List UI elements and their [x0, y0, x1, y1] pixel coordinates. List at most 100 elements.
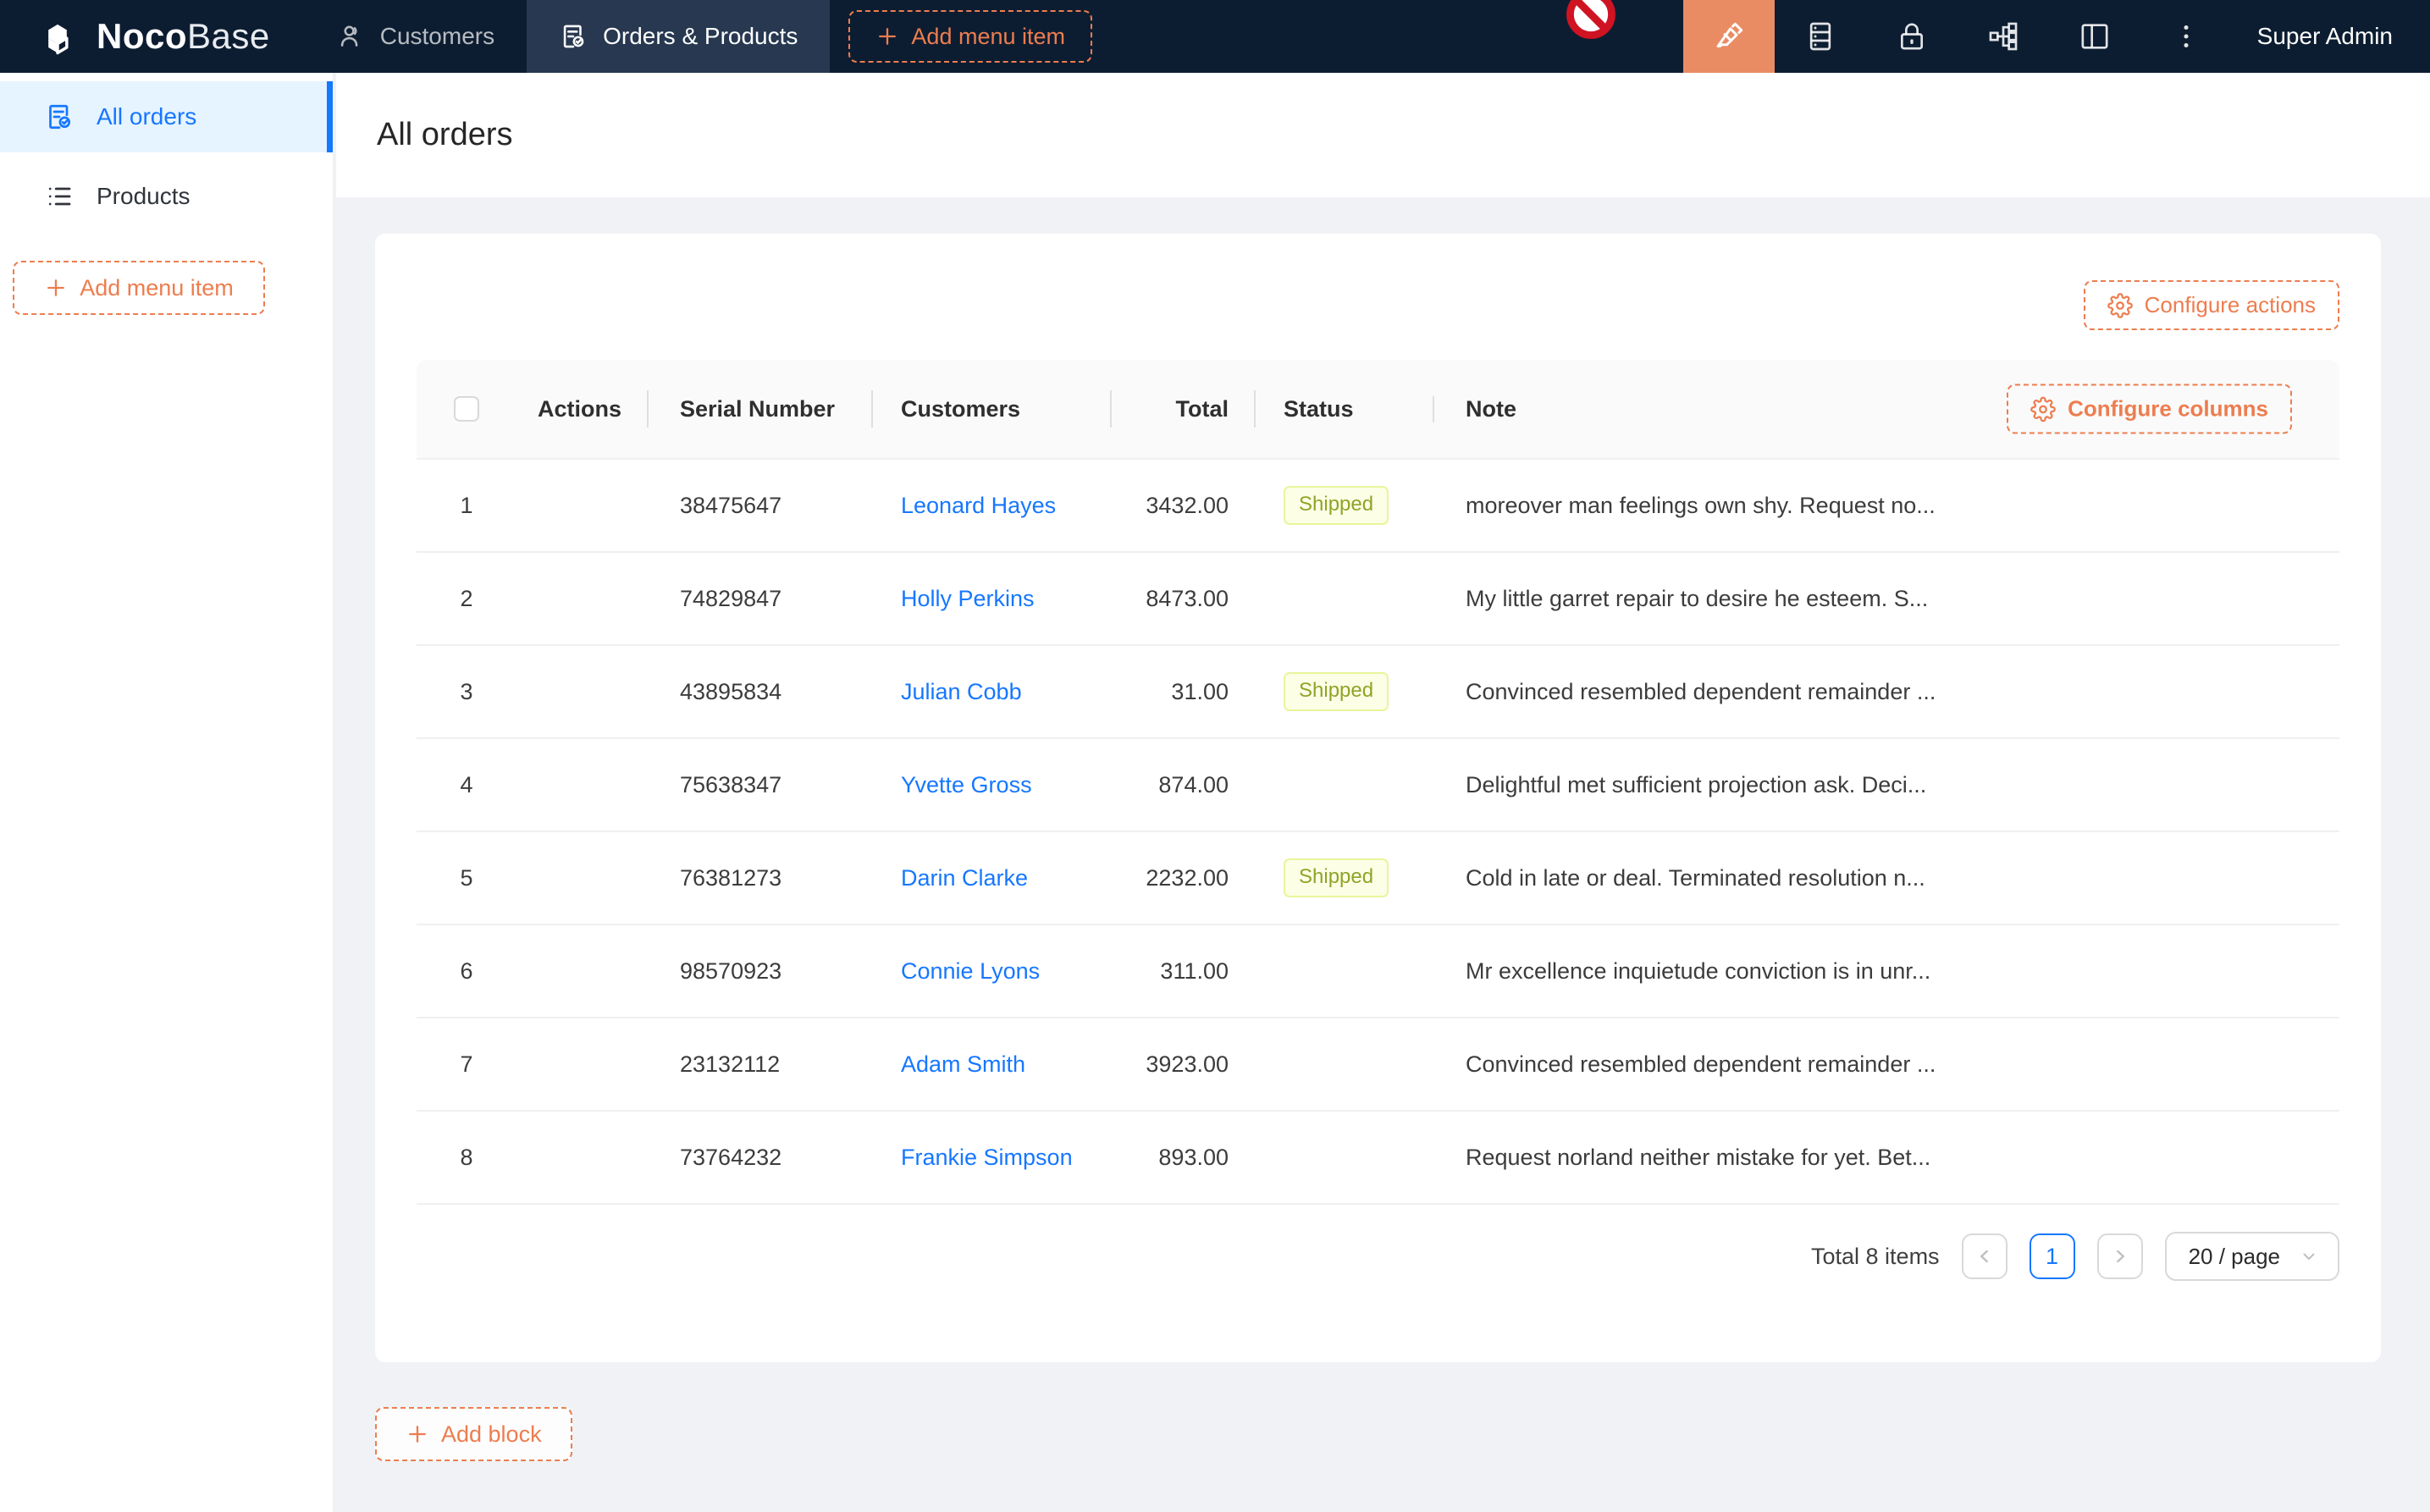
more-menu-button[interactable] [2140, 0, 2232, 73]
row-index-cell: 4 [417, 772, 516, 798]
header-total: Total [1110, 396, 1254, 422]
configure-columns-button[interactable]: Configure columns [2007, 384, 2292, 434]
customer-cell: Holly Perkins [871, 586, 1110, 612]
list-icon [44, 181, 75, 212]
top-navbar: NocoBase Customers Orders & Products [0, 0, 2430, 73]
customer-link[interactable]: Holly Perkins [901, 586, 1035, 611]
configure-actions-label: Configure actions [2145, 292, 2316, 318]
select-all-checkbox[interactable] [454, 396, 479, 422]
header-customers: Customers [871, 396, 1110, 422]
total-cell: 8473.00 [1110, 586, 1254, 612]
header-serial-number: Serial Number [647, 396, 871, 422]
select-all-cell [417, 396, 516, 422]
customer-cell: Leonard Hayes [871, 493, 1110, 519]
orders-table: Actions Serial Number Customers Total St… [417, 360, 2339, 1281]
table-row[interactable]: 4 75638347 Yvette Gross 874.00 Delightfu… [417, 739, 2339, 832]
serial-number-cell: 38475647 [647, 493, 871, 519]
customer-link[interactable]: Darin Clarke [901, 865, 1028, 891]
server-icon [1803, 19, 1837, 53]
blocked-cursor-icon [1565, 0, 1617, 41]
customer-link[interactable]: Yvette Gross [901, 772, 1032, 797]
serial-number-cell: 43895834 [647, 679, 871, 705]
total-cell: 2232.00 [1110, 865, 1254, 891]
page-number-1[interactable]: 1 [2030, 1233, 2075, 1279]
user-menu[interactable]: Super Admin [2232, 23, 2430, 50]
sidebar-item-label: Products [97, 183, 191, 210]
customer-link[interactable]: Adam Smith [901, 1051, 1025, 1077]
configure-columns-label: Configure columns [2068, 396, 2268, 422]
page-header: All orders [336, 73, 2430, 197]
customer-cell: Darin Clarke [871, 865, 1110, 891]
navbar-add-menu-item-button[interactable]: Add menu item [848, 10, 1092, 63]
serial-number-cell: 73764232 [647, 1145, 871, 1171]
table-row[interactable]: 7 23132112 Adam Smith 3923.00 Convinced … [417, 1018, 2339, 1112]
permissions-button[interactable] [1866, 0, 1958, 73]
row-index-cell: 5 [417, 865, 516, 891]
table-row[interactable]: 3 43895834 Julian Cobb 31.00 Shipped Con… [417, 646, 2339, 739]
configure-actions-button[interactable]: Configure actions [2084, 280, 2339, 330]
prev-page-button[interactable] [1962, 1233, 2008, 1279]
customer-link[interactable]: Julian Cobb [901, 679, 1022, 704]
add-block-label: Add block [441, 1421, 542, 1448]
layout-button[interactable] [2049, 0, 2140, 73]
customer-link[interactable]: Leonard Hayes [901, 493, 1056, 518]
serial-number-cell: 98570923 [647, 958, 871, 985]
sidebar-item-products[interactable]: Products [0, 161, 333, 232]
layout-icon [2078, 19, 2112, 53]
navbar-right-cluster: Super Admin [1683, 0, 2430, 73]
chevron-left-icon [1974, 1245, 1996, 1267]
table-body: 1 38475647 Leonard Hayes 3432.00 Shipped… [417, 460, 2339, 1205]
add-menu-item-label: Add menu item [911, 24, 1065, 50]
page-size-value: 20 / page [2189, 1244, 2280, 1270]
row-index-cell: 2 [417, 586, 516, 612]
table-row[interactable]: 6 98570923 Connie Lyons 311.00 Mr excell… [417, 925, 2339, 1018]
collections-button[interactable] [1958, 0, 2049, 73]
row-index-cell: 8 [417, 1145, 516, 1171]
nav-tab-orders-products[interactable]: Orders & Products [527, 0, 830, 73]
chevron-down-icon [2299, 1246, 2319, 1266]
sidebar-item-all-orders[interactable]: All orders [0, 81, 333, 152]
nav-tab-label: Orders & Products [603, 23, 798, 50]
customer-cell: Julian Cobb [871, 679, 1110, 705]
table-row[interactable]: 1 38475647 Leonard Hayes 3432.00 Shipped… [417, 460, 2339, 553]
note-cell: Cold in late or deal. Terminated resolut… [1433, 865, 2339, 891]
nav-tab-customers[interactable]: Customers [304, 0, 527, 73]
lock-icon [1895, 19, 1929, 53]
gear-icon [2107, 293, 2133, 318]
serial-number-cell: 74829847 [647, 586, 871, 612]
note-cell: moreover man feelings own shy. Request n… [1433, 493, 2339, 519]
nocobase-logo[interactable]: NocoBase [0, 14, 304, 58]
sidebar-add-menu-item-button[interactable]: Add menu item [13, 261, 265, 315]
header-status: Status [1254, 396, 1433, 422]
row-index-cell: 7 [417, 1051, 516, 1078]
card-toolbar: Configure actions [417, 234, 2339, 330]
serial-number-cell: 23132112 [647, 1051, 871, 1078]
customer-cell: Yvette Gross [871, 772, 1110, 798]
customer-link[interactable]: Frankie Simpson [901, 1145, 1073, 1170]
page-size-select[interactable]: 20 / page [2165, 1232, 2339, 1281]
customer-cell: Connie Lyons [871, 958, 1110, 985]
note-cell: Request norland neither mistake for yet.… [1433, 1145, 2339, 1171]
table-row[interactable]: 2 74829847 Holly Perkins 8473.00 My litt… [417, 553, 2339, 646]
note-cell: Convinced resembled dependent remainder … [1433, 679, 2339, 705]
sidebar-item-label: All orders [97, 103, 196, 130]
page-title: All orders [377, 117, 513, 153]
total-cell: 3432.00 [1110, 493, 1254, 519]
table-row[interactable]: 8 73764232 Frankie Simpson 893.00 Reques… [417, 1112, 2339, 1205]
customer-link[interactable]: Connie Lyons [901, 958, 1040, 984]
nocobase-logo-icon [36, 14, 80, 58]
server-settings-button[interactable] [1775, 0, 1866, 73]
gear-icon [2030, 396, 2056, 422]
brand-text: NocoBase [97, 16, 270, 57]
content-area: Configure actions Actions Serial Number … [336, 197, 2430, 1461]
serial-number-cell: 76381273 [647, 865, 871, 891]
header-actions: Actions [516, 396, 647, 422]
note-cell: Convinced resembled dependent remainder … [1433, 1051, 2339, 1078]
total-cell: 3923.00 [1110, 1051, 1254, 1078]
add-block-button[interactable]: Add block [375, 1407, 572, 1461]
ui-editor-toggle[interactable] [1683, 0, 1775, 73]
next-page-button[interactable] [2097, 1233, 2143, 1279]
table-row[interactable]: 5 76381273 Darin Clarke 2232.00 Shipped … [417, 832, 2339, 925]
main-area: All orders Configure actions [336, 73, 2430, 1461]
note-cell: My little garret repair to desire he est… [1433, 586, 2339, 612]
